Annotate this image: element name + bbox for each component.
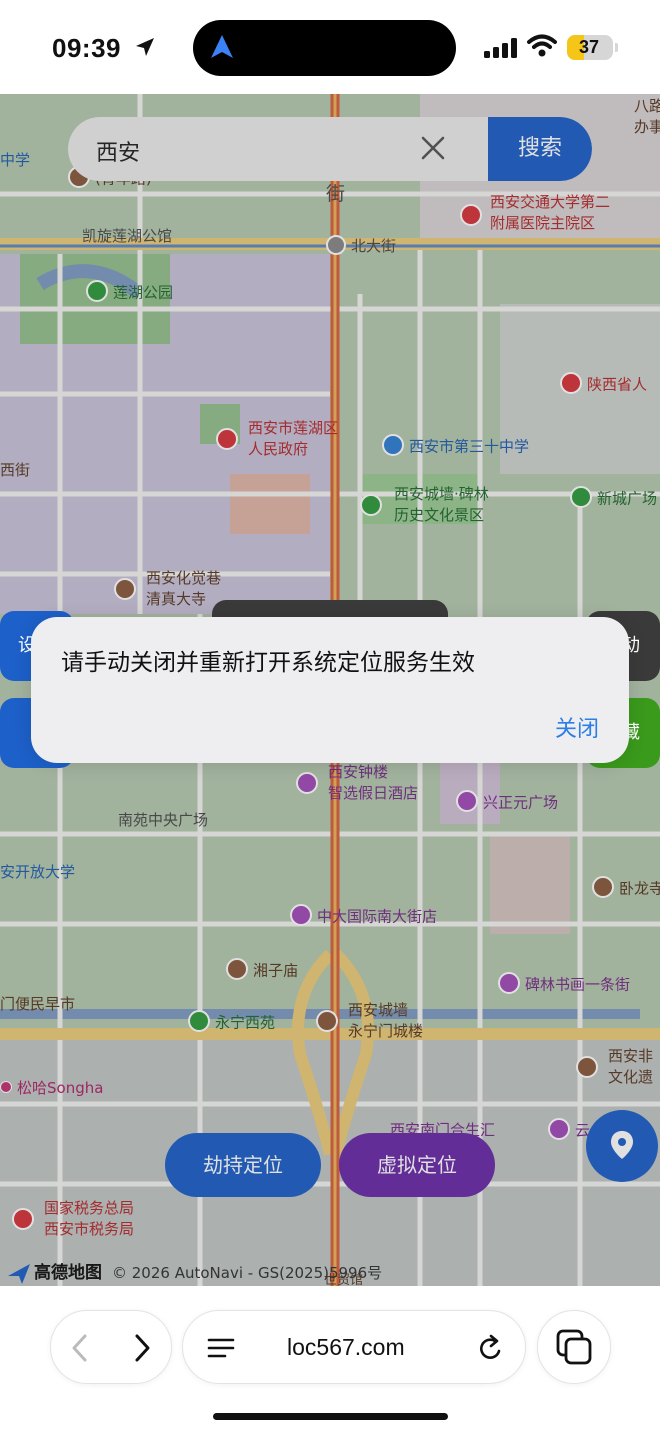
- alert-message: 请手动关闭并重新打开系统定位服务生效: [61, 650, 475, 676]
- alert-dialog: 请手动关闭并重新打开系统定位服务生效 关闭: [31, 617, 629, 763]
- battery-icon: 37: [567, 35, 613, 60]
- alert-close-button[interactable]: 关闭: [555, 711, 599, 743]
- nav-buttons: [50, 1310, 172, 1384]
- menu-icon[interactable]: [207, 1337, 235, 1359]
- browser-toolbar: loc567.com: [0, 1286, 660, 1434]
- address-bar[interactable]: loc567.com: [182, 1310, 526, 1384]
- tabs-button[interactable]: [537, 1310, 611, 1384]
- url-text: loc567.com: [287, 1334, 405, 1360]
- battery-level: 37: [578, 37, 600, 57]
- wifi-icon: [527, 34, 557, 57]
- status-time: 09:39: [52, 33, 121, 63]
- status-bar: 09:39 37: [0, 0, 660, 94]
- back-icon[interactable]: [69, 1333, 91, 1363]
- battery-nub: [615, 43, 618, 52]
- location-arrow-icon: [136, 38, 154, 56]
- reload-icon[interactable]: [477, 1333, 505, 1363]
- cellular-signal-icon: [484, 38, 517, 58]
- forward-icon[interactable]: [131, 1333, 153, 1363]
- navigation-arrow-icon: [211, 35, 233, 58]
- home-indicator: [213, 1413, 448, 1420]
- tabs-icon: [556, 1329, 592, 1365]
